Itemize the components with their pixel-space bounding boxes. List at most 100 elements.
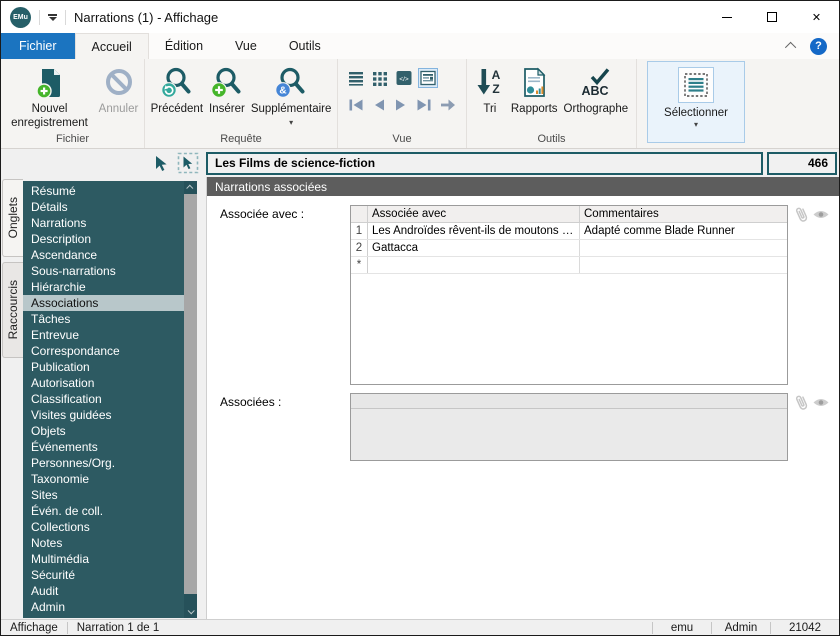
help-icon[interactable]: ?: [810, 38, 827, 55]
ribbon-group-fichier: Nouvel enregistrement Annuler Fichier: [1, 59, 145, 148]
minimize-button[interactable]: [704, 1, 749, 33]
details-view-button[interactable]: [418, 68, 438, 88]
select-record-icon[interactable]: [177, 152, 199, 174]
sidebar-item[interactable]: Évén. de coll.: [23, 503, 184, 519]
titlebar: EMu Narrations (1) - Affichage ✕: [1, 1, 839, 33]
spelling-label: Orthographe: [564, 103, 629, 117]
group-label-fichier: Fichier: [1, 133, 144, 145]
cancel-button[interactable]: Annuler: [96, 64, 142, 119]
tab-edition[interactable]: Édition: [149, 33, 219, 59]
sidebar-item[interactable]: Détails: [23, 199, 184, 215]
maximize-button[interactable]: [749, 1, 794, 33]
list-view-button[interactable]: [346, 68, 366, 88]
cell-commentaires[interactable]: [580, 240, 787, 256]
associated-with-table[interactable]: Associée avec Commentaires 1 Les Androïd…: [350, 205, 788, 385]
cell-commentaires[interactable]: Adapté comme Blade Runner: [580, 223, 787, 239]
sidebar-item[interactable]: Description: [23, 231, 184, 247]
tab-outils[interactable]: Outils: [273, 33, 337, 59]
table-row[interactable]: 2 Gattacca: [351, 240, 787, 257]
sidebar-item[interactable]: Résumé: [23, 183, 184, 199]
previous-query-button[interactable]: Précédent: [148, 64, 206, 119]
sidebar-item[interactable]: Objets: [23, 423, 184, 439]
previous-record-button[interactable]: [370, 95, 388, 120]
tab-fichier[interactable]: Fichier: [1, 33, 75, 59]
search-previous-icon: [160, 66, 194, 100]
associated-readonly-box: [350, 393, 788, 461]
quick-access-dropdown-icon[interactable]: [48, 14, 57, 21]
sort-button[interactable]: A Z Tri: [472, 64, 508, 119]
section-header: Narrations associées: [207, 177, 839, 196]
sidebar-item[interactable]: Publication: [23, 359, 184, 375]
insert-label: Insérer: [209, 103, 245, 117]
sidebar-item[interactable]: Multimédia: [23, 551, 184, 567]
cell-associee[interactable]: Gattacca: [368, 240, 580, 256]
column-header-commentaires[interactable]: Commentaires: [580, 206, 787, 222]
group-label-requete: Requête: [145, 133, 337, 145]
sidebar-item[interactable]: Collections: [23, 519, 184, 535]
sidebar-item[interactable]: Admin: [23, 599, 184, 615]
sidebar-item[interactable]: Visites guidées: [23, 407, 184, 423]
sidebar-item[interactable]: Notes: [23, 535, 184, 551]
sidebar-item[interactable]: Taxonomie: [23, 471, 184, 487]
scroll-up-icon[interactable]: [184, 181, 197, 194]
sidebar-item[interactable]: Audit: [23, 583, 184, 599]
goto-record-icon: [438, 95, 458, 115]
insert-button[interactable]: Insérer: [206, 64, 248, 119]
sidebar-tab-onglets[interactable]: Onglets: [2, 179, 23, 257]
chevron-down-icon: ▾: [694, 121, 698, 129]
additional-query-button[interactable]: & Supplémentaire ▾: [248, 64, 335, 129]
sidebar-item[interactable]: Événements: [23, 439, 184, 455]
app-window: EMu Narrations (1) - Affichage ✕ Fichier…: [0, 0, 840, 636]
attachment-icon[interactable]: [794, 205, 810, 224]
table-row[interactable]: 1 Les Androïdes rêvent-ils de moutons él…: [351, 223, 787, 240]
sidebar-tab-raccourcis[interactable]: Raccourcis: [2, 262, 23, 358]
visibility-icon[interactable]: [812, 208, 830, 221]
chevron-down-icon: ▾: [289, 119, 293, 127]
sidebar-item[interactable]: Personnes/Org.: [23, 455, 184, 471]
search-insert-icon: [210, 66, 244, 100]
scrollbar-thumb[interactable]: [184, 194, 197, 594]
sidebar-item[interactable]: Tâches: [23, 311, 184, 327]
sidebar-item[interactable]: Ascendance: [23, 247, 184, 263]
statusbar: Affichage Narration 1 de 1 emu Admin 210…: [1, 619, 839, 635]
pointer-icon[interactable]: [152, 154, 170, 173]
sidebar-item[interactable]: Entrevue: [23, 327, 184, 343]
select-button[interactable]: Sélectionner ▾: [647, 61, 745, 143]
sidebar-item[interactable]: Narrations: [23, 215, 184, 231]
sidebar-item[interactable]: Sous-narrations: [23, 263, 184, 279]
select-icon-box: [678, 67, 714, 103]
attachment-icon[interactable]: [794, 393, 810, 412]
sidebar-item[interactable]: Hiérarchie: [23, 279, 184, 295]
close-button[interactable]: ✕: [794, 1, 839, 33]
visibility-icon[interactable]: [812, 396, 830, 409]
sidebar-item[interactable]: Classification: [23, 391, 184, 407]
tab-accueil[interactable]: Accueil: [75, 33, 149, 59]
code-view-button[interactable]: </>: [394, 68, 414, 88]
last-record-button[interactable]: [414, 95, 434, 120]
scroll-down-icon[interactable]: [184, 605, 197, 618]
sidebar-item[interactable]: Sites: [23, 487, 184, 503]
new-record-button[interactable]: Nouvel enregistrement: [4, 64, 96, 132]
reports-button[interactable]: Rapports: [508, 64, 561, 119]
cell-associee[interactable]: Les Androïdes rêvent-ils de moutons éle.…: [368, 223, 580, 239]
table-new-row[interactable]: *: [351, 257, 787, 274]
reports-label: Rapports: [511, 103, 558, 117]
cell-commentaires[interactable]: [580, 257, 787, 273]
first-record-button[interactable]: [346, 95, 366, 120]
sidebar-item-associations[interactable]: Associations: [23, 295, 184, 311]
sidebar-item[interactable]: Sécurité: [23, 567, 184, 583]
sidebar-item[interactable]: Correspondance: [23, 343, 184, 359]
tab-vue[interactable]: Vue: [219, 33, 273, 59]
sidebar-item[interactable]: Autorisation: [23, 375, 184, 391]
sidebar-scrollbar[interactable]: [184, 181, 197, 618]
column-header-associee[interactable]: Associée avec: [368, 206, 580, 222]
cell-associee[interactable]: [368, 257, 580, 273]
collapse-ribbon-icon[interactable]: [785, 42, 796, 53]
main-panel: Narrations associées Associée avec : Ass…: [206, 177, 839, 619]
goto-record-button[interactable]: [438, 95, 458, 120]
grid-view-button[interactable]: [370, 68, 390, 88]
spelling-button[interactable]: ABC Orthographe: [561, 64, 632, 119]
details-view-icon: [419, 69, 437, 87]
next-record-button[interactable]: [392, 95, 410, 120]
ribbon-group-requete: Précédent Insérer & Su: [145, 59, 338, 148]
